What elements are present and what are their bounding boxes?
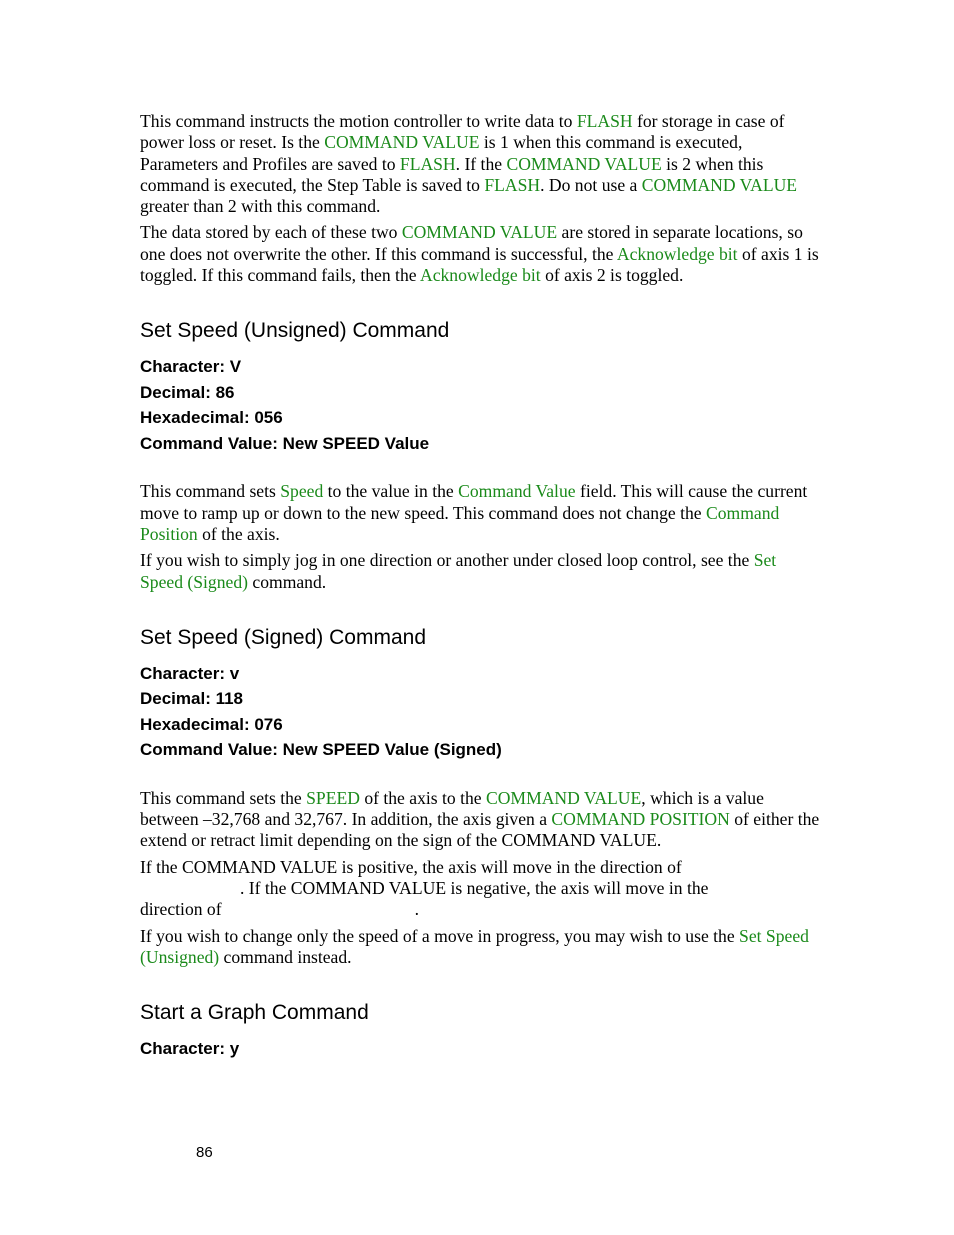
link-flash[interactable]: FLASH	[484, 175, 540, 195]
link-command-value[interactable]: COMMAND VALUE	[506, 154, 661, 174]
spec-decimal: Decimal: 118	[140, 689, 244, 709]
spec-hexadecimal: Hexadecimal: 056	[140, 408, 283, 428]
text: command instead.	[219, 946, 352, 967]
text: to the value in the	[323, 481, 459, 502]
intro-paragraph-2: The data stored by each of these two COM…	[140, 222, 820, 286]
text: This command instructs the motion contro…	[140, 111, 577, 131]
link-acknowledge-bit[interactable]: Acknowledge bit	[617, 244, 738, 264]
page-number: 86	[196, 1144, 213, 1161]
section-heading-set-speed-unsigned: Set Speed (Unsigned) Command	[140, 319, 450, 343]
spec-character: Character: V	[140, 357, 242, 377]
text: . If the	[455, 153, 507, 174]
section-heading-set-speed-signed: Set Speed (Signed) Command	[140, 625, 426, 649]
spec-character: Character: v	[140, 663, 240, 683]
text: command.	[248, 571, 327, 592]
text: greater than 2 with this command.	[140, 196, 381, 217]
link-command-value[interactable]: Command Value	[458, 481, 575, 501]
link-speed[interactable]: Speed	[280, 481, 323, 501]
text: . Do not use a	[540, 174, 642, 195]
set-speed-signed-paragraph-3: If you wish to change only the speed of …	[140, 926, 820, 969]
link-command-value[interactable]: COMMAND VALUE	[642, 175, 797, 195]
text: direction of	[140, 899, 222, 920]
spec-command-value: Command Value: New SPEED Value (Signed)	[140, 740, 502, 760]
text: of the axis to the	[359, 787, 486, 808]
text: .	[414, 899, 419, 920]
set-speed-signed-paragraph-2: If the COMMAND VALUE is positive, the ax…	[140, 857, 820, 921]
spec-decimal: Decimal: 86	[140, 382, 235, 402]
text: of the axis.	[197, 523, 280, 544]
text: This command sets the	[140, 787, 307, 808]
link-acknowledge-bit[interactable]: Acknowledge bit	[420, 265, 541, 285]
spec-hexadecimal: Hexadecimal: 076	[140, 714, 283, 734]
set-speed-unsigned-paragraph-1: This command sets Speed to the value in …	[140, 481, 820, 545]
section-heading-start-graph: Start a Graph Command	[140, 1001, 369, 1025]
document-page: This command instructs the motion contro…	[140, 111, 820, 1062]
spec-command-value: Command Value: New SPEED Value	[140, 433, 430, 453]
set-speed-signed-paragraph-1: This command sets the SPEED of the axis …	[140, 788, 820, 852]
text: This command sets	[140, 481, 281, 502]
text: . If the COMMAND VALUE is negative, the …	[240, 878, 709, 899]
text: of axis 2 is toggled.	[540, 265, 684, 286]
text: If you wish to change only the speed of …	[140, 925, 740, 946]
text: If you wish to simply jog in one directi…	[140, 550, 754, 571]
link-command-value[interactable]: COMMAND VALUE	[486, 788, 641, 808]
link-command-value[interactable]: COMMAND VALUE	[402, 222, 557, 242]
spec-character: Character: y	[140, 1039, 240, 1059]
intro-paragraph-1: This command instructs the motion contro…	[140, 111, 820, 217]
text: The data stored by each of these two	[140, 222, 402, 243]
set-speed-unsigned-paragraph-2: If you wish to simply jog in one directi…	[140, 550, 820, 593]
link-command-position[interactable]: COMMAND POSITION	[551, 809, 729, 829]
link-command-value[interactable]: COMMAND VALUE	[324, 132, 479, 152]
link-speed[interactable]: SPEED	[306, 788, 360, 808]
link-flash[interactable]: FLASH	[577, 111, 633, 131]
text: If the COMMAND VALUE is positive, the ax…	[140, 856, 682, 877]
link-flash[interactable]: FLASH	[400, 154, 456, 174]
